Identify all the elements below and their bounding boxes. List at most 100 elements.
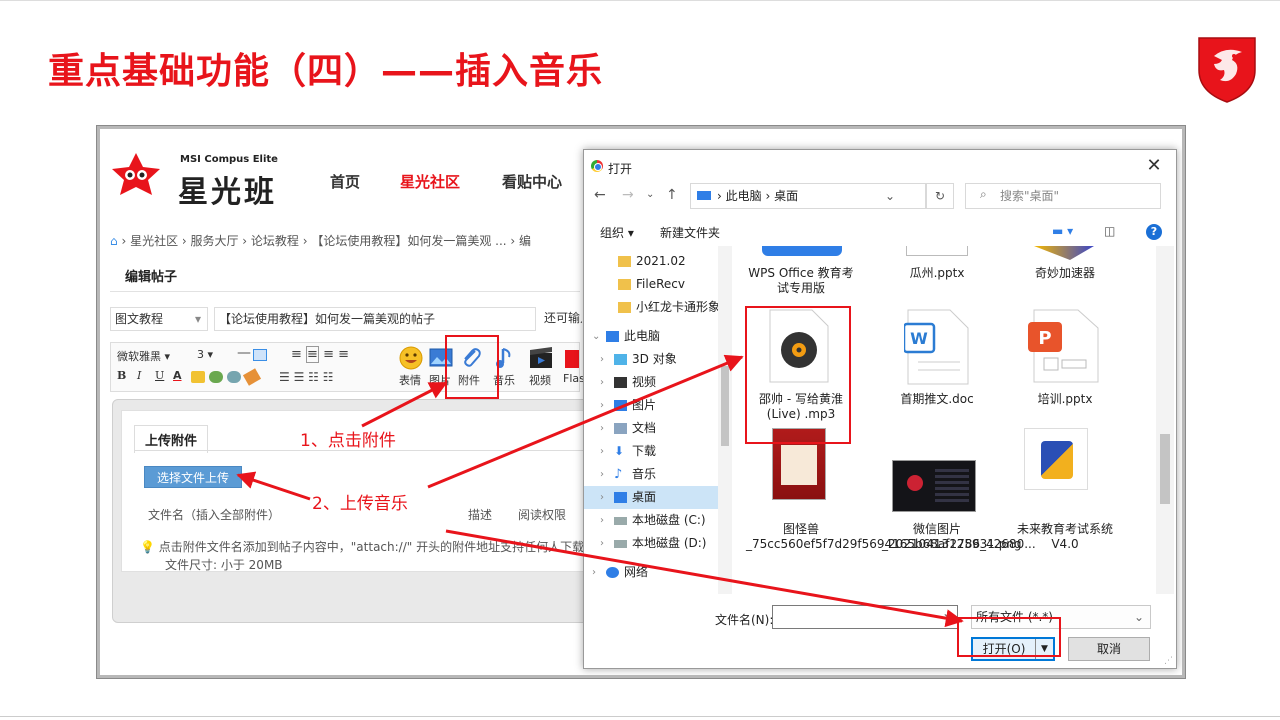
tree-scrollbar[interactable] [718,246,732,594]
list-buttons[interactable]: ☰ ☰ ☷ ☷ [279,370,333,384]
up-arrow-icon[interactable]: ↑ [666,184,678,206]
image-icon [614,400,627,411]
horizontal-rule-icon[interactable]: — [237,345,251,361]
file-list-scrollbar[interactable] [1156,246,1174,594]
file-item[interactable]: 图怪兽_75cc560ef5f7d29f5694165b68af2786_426… [746,522,1036,552]
highlight-icon[interactable] [191,371,205,383]
desktop-icon [614,492,627,503]
lightbulb-icon: 💡 [140,540,155,554]
link-icon[interactable] [209,371,223,383]
file-size-limit: 文件尺寸: 小于 20MB [165,558,283,572]
underline-button[interactable]: U [155,369,164,382]
tree-item[interactable]: › 网络 [584,561,718,584]
close-icon[interactable]: ✕ [1142,154,1166,178]
preview-pane-icon[interactable]: ◫ [1104,224,1115,238]
video-label: 视频 [529,374,551,387]
nav-home[interactable]: 首页 [330,171,360,192]
table-icon[interactable] [253,349,267,361]
highlight-open-button-box [957,617,1061,657]
dialog-title: 打开 [608,162,633,176]
file-item[interactable]: 瓜州.pptx [882,266,992,281]
cancel-button[interactable]: 取消 [1068,637,1150,661]
file-item[interactable]: 微信图片_20210413125931.png [882,522,1022,552]
brand-subtitle: MSI Compus Elite [180,154,278,165]
emoji-icon[interactable] [399,346,423,370]
file-item[interactable]: 未来教育考试系统V4.0 [1010,522,1120,552]
video-icon [614,377,627,388]
tree-item[interactable]: › ⬇ 下载 [584,440,718,463]
address-bar[interactable]: › 此电脑 › 桌面 ⌄ [690,183,926,209]
file-item[interactable]: 首期推文.doc [882,392,992,407]
tree-item[interactable]: › 本地磁盘 (D:) [584,532,718,555]
clear-format-icon[interactable] [242,368,262,386]
back-arrow-icon[interactable]: ← [594,184,606,206]
breadcrumb-path[interactable]: › 星光社区 › 服务大厅 › 论坛教程 › 【论坛使用教程】如何发一篇美观 .… [121,234,531,248]
organize-button[interactable]: 组织 ▾ [600,224,634,241]
help-icon[interactable]: ? [1146,224,1162,240]
tree-item[interactable]: › 文档 [584,417,718,440]
navigation-pane: 2021.02 FileRecv 小红龙卡通形象! ⌄ 此电脑 › 3D 对象 … [584,246,732,594]
music-icon: ♪ [614,467,623,482]
drive-icon [614,517,627,525]
brand-title: 星光班 [178,175,277,210]
tree-item[interactable]: › ♪ 音乐 [584,463,718,486]
align-buttons[interactable]: ≡ ≡ ≡ ≡ [291,346,349,363]
address-segment-computer[interactable]: 此电脑 [726,189,762,203]
font-select[interactable]: 微软雅黑 ▾ [117,348,170,364]
choose-file-button[interactable]: 选择文件上传 [144,466,242,488]
post-title-input[interactable]: 【论坛使用教程】如何发一篇美观的帖子 [214,307,536,331]
tree-item[interactable]: 小红龙卡通形象! [584,296,725,319]
file-open-dialog: 打开 ✕ ← → ⌄ ↑ › 此电脑 › 桌面 ⌄ ↻ 搜索"桌面" ⌕ 组织 … [583,149,1177,669]
computer-icon [606,331,619,342]
column-description: 描述 [468,508,493,522]
chevron-down-icon[interactable]: ⌄ [885,184,895,208]
tree-item[interactable]: ⌄ 此电脑 [584,325,718,348]
category-select[interactable]: 图文教程 ▾ [110,307,208,331]
nav-community[interactable]: 星光社区 [400,171,460,192]
search-input[interactable]: 搜索"桌面" [965,183,1161,209]
word-icon: W [904,309,969,385]
file-icon [906,246,968,256]
filename-input[interactable] [772,605,958,629]
tree-item-selected[interactable]: › 桌面 [584,486,718,509]
file-item[interactable]: 培训.pptx [1010,392,1120,407]
chrome-icon [591,160,603,172]
nav-posts-center[interactable]: 看贴中心 [502,171,562,192]
forward-arrow-icon[interactable]: → [622,184,634,206]
network-icon [606,567,619,578]
shortcut-icon [762,246,842,256]
resize-grip-icon[interactable]: ⋰ [1164,656,1173,666]
msi-dragon-logo [1198,37,1256,103]
annotation-step2: 2、上传音乐 [312,494,408,514]
unlink-icon[interactable] [227,371,241,383]
emoji-label: 表情 [399,374,421,387]
flash-icon[interactable] [565,350,579,368]
tree-item[interactable]: › 本地磁盘 (C:) [584,509,718,532]
tree-item[interactable]: › 视频 [584,371,718,394]
tab-upload-attachment[interactable]: 上传附件 [134,425,209,453]
bold-button[interactable]: B [117,369,126,382]
view-options-icon[interactable]: ▬ ▾ [1052,224,1073,238]
star-mascot-icon [112,153,160,195]
tree-item[interactable]: FileRecv [584,273,718,296]
new-folder-button[interactable]: 新建文件夹 [660,224,720,241]
folder-icon [618,302,631,313]
recent-dropdown-icon[interactable]: ⌄ [646,184,654,206]
tree-item[interactable]: › 3D 对象 [584,348,718,371]
search-icon: ⌕ [980,187,987,201]
size-select[interactable]: 3 ▾ [197,348,213,361]
home-icon[interactable]: ⌂ [110,234,118,248]
refresh-icon[interactable]: ↻ [926,183,954,209]
address-segment-desktop[interactable]: 桌面 [774,189,798,203]
upload-tip: 💡 点击附件文件名添加到帖子内容中，"attach://" 开头的附件地址支持任… [140,538,584,555]
file-item[interactable]: 奇妙加速器 [1010,266,1120,281]
video-icon[interactable] [529,346,553,370]
tree-item[interactable]: › 图片 [584,394,718,417]
font-color-button[interactable]: A [173,369,182,382]
tree-item[interactable]: 2021.02 [584,250,718,273]
tab-edit-post[interactable]: 编辑帖子 [125,266,177,285]
char-count-text: 还可输入 [544,311,582,325]
svg-text:W: W [910,329,928,348]
italic-button[interactable]: I [137,369,141,382]
file-item[interactable]: WPS Office 教育考试专用版 [746,266,856,296]
